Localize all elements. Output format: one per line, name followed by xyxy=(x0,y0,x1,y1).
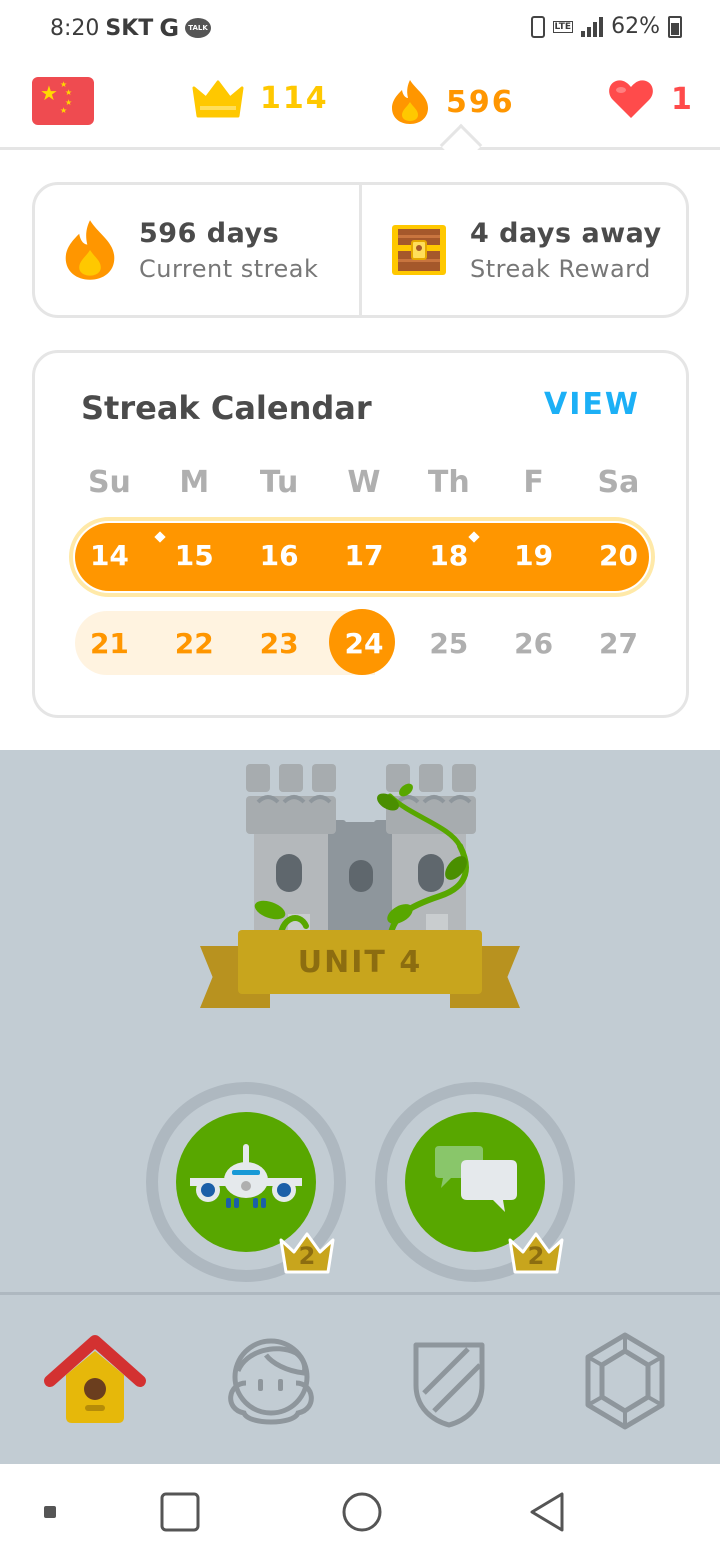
google-icon: G xyxy=(159,14,180,42)
leaderboard-shield-icon xyxy=(413,1342,485,1428)
day-number: 14 xyxy=(89,539,129,572)
calendar-day: 19 xyxy=(491,539,576,572)
skill-travel[interactable]: 2 xyxy=(146,1082,346,1282)
streak-count: 596 xyxy=(446,84,515,120)
chat-bubbles-icon xyxy=(435,1146,517,1212)
view-calendar-button[interactable]: VIEW xyxy=(544,387,640,422)
weekday-label: Tu xyxy=(259,465,299,500)
calendar-day: 20 xyxy=(576,539,661,572)
tab-leaderboards[interactable] xyxy=(394,1331,504,1441)
status-right: LTE 62% xyxy=(530,14,682,39)
menu-dot-button[interactable] xyxy=(30,1464,70,1560)
crown-level: 2 xyxy=(298,1242,316,1270)
system-nav-bar xyxy=(0,1464,720,1560)
weekday-label: W xyxy=(347,465,381,500)
weekday-label: Su xyxy=(87,465,131,500)
calendar-day: 25 xyxy=(429,627,469,660)
home-icon xyxy=(44,1335,146,1423)
crown-icon xyxy=(192,80,244,118)
unit-label: UNIT 4 xyxy=(238,930,482,994)
status-time: 8:20 xyxy=(50,15,100,41)
day-number: 16 xyxy=(259,539,299,572)
status-left: 8:20 SKT G TALK xyxy=(50,14,212,42)
day-number: 18 xyxy=(429,539,469,572)
recents-button[interactable] xyxy=(140,1464,220,1560)
skill-crown-badge: 2 xyxy=(278,1230,336,1276)
crowns-counter[interactable]: 114 xyxy=(192,78,329,118)
home-circle-icon xyxy=(342,1492,382,1532)
hearts-counter[interactable]: 1 xyxy=(607,78,694,120)
weekday-label: Th xyxy=(427,465,470,500)
treasure-chest-icon xyxy=(392,225,446,275)
day-number: 19 xyxy=(514,539,554,572)
calendar-day: 21 xyxy=(89,627,129,660)
calendar-week-2: 21 22 23 24 25 26 27 xyxy=(67,627,661,660)
menu-dot-icon xyxy=(44,1506,56,1518)
calendar-day-today: 24 xyxy=(344,627,384,660)
castle-icon xyxy=(246,764,476,945)
status-bar: 8:20 SKT G TALK LTE 62% xyxy=(0,0,720,56)
skill-crown-badge: 2 xyxy=(507,1230,565,1276)
calendar-day: 14 xyxy=(67,539,152,572)
fire-icon xyxy=(65,220,115,280)
streak-calendar-card: Streak Calendar VIEW Su M Tu W Th F Sa 1… xyxy=(32,350,689,718)
learning-path: UNIT 4 2 2 xyxy=(0,750,720,1295)
streak-days: 596 days xyxy=(139,217,280,249)
hearts-count: 1 xyxy=(671,81,694,117)
profile-icon xyxy=(228,1338,314,1425)
vibrate-icon xyxy=(530,15,545,38)
tab-home[interactable] xyxy=(40,1331,150,1441)
skill-conversation[interactable]: 2 xyxy=(375,1082,575,1282)
signal-icon xyxy=(581,16,604,37)
calendar-day: 18 xyxy=(406,531,491,572)
home-button[interactable] xyxy=(322,1464,402,1560)
calendar-day: 22 xyxy=(174,627,214,660)
shop-icon xyxy=(585,1332,665,1430)
airplane-icon xyxy=(190,1144,302,1208)
heart-icon xyxy=(609,80,653,118)
status-carrier: SKT xyxy=(105,15,154,41)
streak-reward-cell: 4 days away Streak Reward xyxy=(359,185,686,315)
calendar-day: 17 xyxy=(322,539,407,572)
weekday-label: F xyxy=(523,465,544,500)
tab-shop[interactable] xyxy=(570,1331,680,1441)
crowns-count: 114 xyxy=(260,80,329,116)
top-stats-bar: ★ ★ ★ ★ ★ 114 596 1 xyxy=(0,60,720,150)
fire-icon xyxy=(392,80,428,124)
calendar-day: 23 xyxy=(259,627,299,660)
weekday-header: Su M Tu W Th F Sa xyxy=(67,465,661,500)
kakaotalk-icon: TALK xyxy=(185,18,212,38)
streak-counter[interactable]: 596 xyxy=(390,78,515,126)
battery-percent: 62% xyxy=(611,14,660,39)
back-button[interactable] xyxy=(508,1464,588,1560)
recents-icon xyxy=(160,1492,200,1532)
day-number: 20 xyxy=(599,539,638,572)
china-flag-icon[interactable]: ★ ★ ★ ★ ★ xyxy=(32,77,94,125)
calendar-title: Streak Calendar xyxy=(81,389,372,427)
calendar-day: 16 xyxy=(237,539,322,572)
back-icon xyxy=(530,1492,564,1532)
crown-level: 2 xyxy=(527,1242,545,1270)
current-streak-cell: 596 days Current streak xyxy=(35,185,359,315)
streak-summary-card: 596 days Current streak 4 days away Stre… xyxy=(32,182,689,318)
streak-label: Current streak xyxy=(139,254,319,283)
weekday-label: Sa xyxy=(597,465,640,500)
calendar-week-1: 14 15 16 17 18 19 20 xyxy=(67,531,661,572)
calendar-day: 15 xyxy=(152,531,237,572)
day-number: 17 xyxy=(344,539,384,572)
bottom-tab-bar xyxy=(0,1292,720,1464)
battery-icon xyxy=(668,15,682,38)
weekday-label: M xyxy=(179,465,210,500)
lte-icon: LTE xyxy=(552,20,574,33)
day-number: 15 xyxy=(174,539,214,572)
calendar-day: 27 xyxy=(599,627,638,660)
calendar-day: 26 xyxy=(514,627,554,660)
reward-label: Streak Reward xyxy=(470,254,651,283)
unit-banner[interactable]: UNIT 4 xyxy=(200,930,520,1014)
tab-profile[interactable] xyxy=(216,1331,326,1441)
reward-days: 4 days away xyxy=(470,217,662,249)
